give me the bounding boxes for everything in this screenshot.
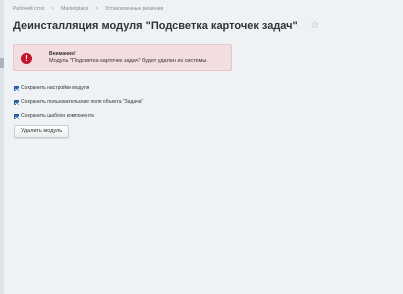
page-title: Деинсталляция модуля "Подсветка карточек… bbox=[13, 19, 298, 32]
alert-title: Внимание! bbox=[49, 51, 76, 57]
breadcrumb-item-desktop[interactable]: Рабочий стол bbox=[13, 6, 44, 12]
option-save-component-template[interactable]: Сохранить шаблон компонента bbox=[14, 113, 143, 119]
option-save-module-settings[interactable]: Сохранить настройки модуля bbox=[14, 85, 143, 91]
breadcrumb-separator-icon: › bbox=[95, 6, 98, 12]
breadcrumb-separator-icon: › bbox=[51, 6, 54, 12]
option-label: Сохранить шаблон компонента bbox=[21, 113, 94, 119]
option-save-user-fields[interactable]: Сохранить пользовательские поля объекта … bbox=[14, 99, 143, 105]
option-label: Сохранить пользовательские поля объекта … bbox=[21, 99, 144, 105]
page-header: Деинсталляция модуля "Подсветка карточек… bbox=[13, 17, 319, 35]
option-label: Сохранить настройки модуля bbox=[21, 85, 90, 91]
breadcrumb-item-installed-solutions[interactable]: Установленные решения bbox=[105, 6, 163, 12]
warning-alert: ! Внимание! Модуль "Подсветка карточек з… bbox=[13, 44, 232, 71]
save-user-fields-checkbox[interactable] bbox=[14, 99, 19, 105]
uninstall-module-button[interactable]: Удалить модуль bbox=[14, 125, 69, 138]
breadcrumb-item-marketplace[interactable]: Marketplace bbox=[61, 6, 88, 12]
left-panel-edge bbox=[0, 0, 4, 294]
breadcrumb: Рабочий стол › Marketplace › Установленн… bbox=[13, 6, 163, 12]
save-component-template-checkbox[interactable] bbox=[14, 113, 19, 119]
star-icon[interactable]: ☆ bbox=[310, 20, 319, 31]
panel-toggle-handle[interactable] bbox=[0, 58, 4, 68]
save-module-settings-checkbox[interactable] bbox=[14, 85, 19, 91]
uninstall-options: Сохранить настройки модуля Сохранить пол… bbox=[14, 85, 143, 127]
exclamation-icon: ! bbox=[21, 53, 32, 64]
alert-message: Модуль "Подсветка карточек задач" будет … bbox=[49, 58, 208, 64]
